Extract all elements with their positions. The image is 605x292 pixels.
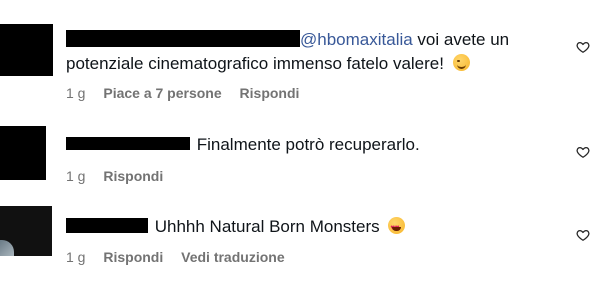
comments-list: @hbomaxitalia voi avete un potenziale ci… [0, 0, 605, 292]
avatar-photo [0, 240, 14, 256]
heart-outline-icon[interactable] [576, 40, 590, 54]
heart-outline-icon[interactable] [576, 228, 590, 242]
mention-link[interactable]: @hbomaxitalia [300, 30, 413, 49]
comment-time: 1 g [66, 85, 86, 101]
comment-meta: 1 g Piace a 7 persone Rispondi [66, 85, 313, 101]
comment-meta: 1 g Rispondi [66, 168, 177, 184]
redacted-username [66, 30, 300, 48]
redacted-username [66, 218, 148, 234]
comment-text: Uhhhh Natural Born Monsters [66, 215, 406, 240]
translate-button[interactable]: Vedi traduzione [181, 249, 284, 265]
likes-count-link[interactable]: Piace a 7 persone [103, 85, 221, 101]
comment-time: 1 g [66, 168, 86, 184]
wink-smile-emoji-icon [452, 54, 470, 71]
comment-item: Uhhhh Natural Born Monsters 1 g Rispondi… [0, 198, 605, 292]
heart-eyes-emoji-icon [388, 216, 406, 240]
comment-item: @hbomaxitalia voi avete un potenziale ci… [0, 0, 605, 112]
comment-text-part: Finalmente potrò recuperarlo. [196, 135, 420, 154]
comment-text: Finalmente potrò recuperarlo. [66, 133, 420, 157]
comment-meta: 1 g Rispondi Vedi traduzione [66, 249, 299, 265]
comment-text: @hbomaxitalia voi avete un potenziale ci… [66, 28, 509, 76]
heart-outline-icon[interactable] [576, 145, 590, 159]
reply-button[interactable]: Rispondi [240, 85, 300, 101]
comment-text-part: voi avete un [412, 30, 510, 49]
avatar[interactable] [0, 206, 52, 256]
avatar[interactable] [0, 126, 46, 180]
comment-item: Finalmente potrò recuperarlo. 1 g Rispon… [0, 112, 605, 198]
reply-button[interactable]: Rispondi [103, 168, 163, 184]
comment-time: 1 g [66, 249, 86, 265]
comment-text-part: Uhhhh Natural Born Monsters [154, 217, 385, 236]
comment-text-part: potenziale cinematografico immenso fatel… [66, 54, 449, 73]
reply-button[interactable]: Rispondi [103, 249, 163, 265]
redacted-username [66, 137, 190, 151]
avatar[interactable] [0, 24, 53, 76]
